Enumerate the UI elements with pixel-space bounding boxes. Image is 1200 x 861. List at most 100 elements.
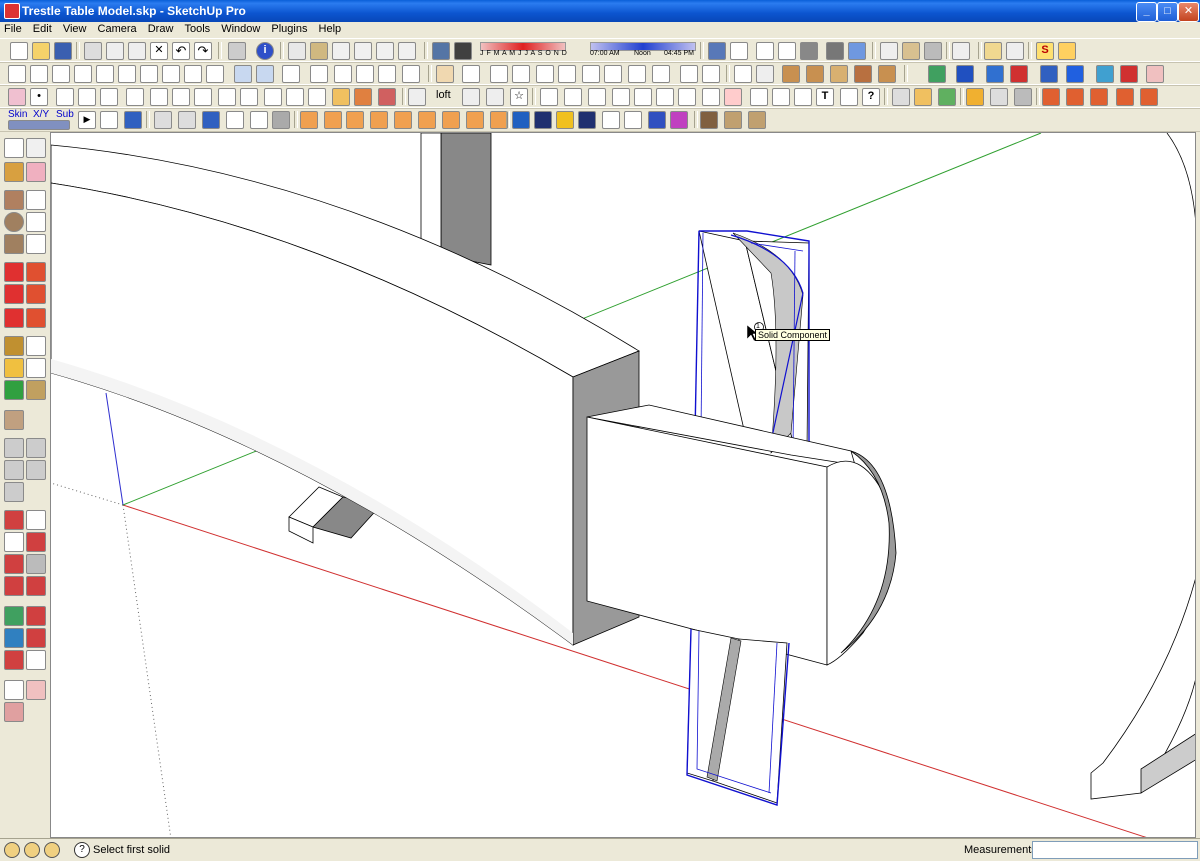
star-lines-icon[interactable] [172,88,190,106]
triangle-icon[interactable] [536,65,554,83]
arc-3pt-icon[interactable] [652,65,670,83]
skin-tool-icon[interactable] [8,120,70,130]
zoom-window-icon[interactable] [26,532,46,552]
cone-icon[interactable] [624,111,642,129]
fredo-6-icon[interactable] [418,111,436,129]
box-1-icon[interactable] [286,88,304,106]
film-icon[interactable] [512,111,530,129]
shaded-textures-style-icon[interactable] [826,42,844,60]
grid-4-icon[interactable] [126,88,144,106]
eraser-icon[interactable] [26,162,46,182]
move-up-icon[interactable] [986,65,1004,83]
face-cut-icon[interactable] [734,65,752,83]
board-2-icon[interactable] [854,65,872,83]
play-icon[interactable]: ▶ [78,111,96,129]
plugin-s2-icon[interactable] [1058,42,1076,60]
axis-icon[interactable] [218,88,236,106]
make-component-icon[interactable] [26,138,46,158]
cut-icon[interactable] [84,42,102,60]
curve-plugin-icon[interactable] [408,88,426,106]
pencil-line-icon[interactable] [26,190,46,210]
cross-tool-icon[interactable] [840,88,858,106]
open-folder-icon[interactable] [32,42,50,60]
cube-2-icon[interactable] [178,111,196,129]
paint-bucket-icon[interactable] [4,162,24,182]
materials-icon[interactable] [902,42,920,60]
fredo-7-icon[interactable] [442,111,460,129]
grid-2-icon[interactable] [78,88,96,106]
section-cut-icon[interactable] [1006,42,1024,60]
scale-icon[interactable] [4,308,24,328]
dimension-icon[interactable] [26,336,46,356]
stair-icon[interactable] [264,88,282,106]
pyramid-icon[interactable] [202,111,220,129]
menu-view[interactable]: View [59,22,91,35]
solid-2-icon[interactable] [990,88,1008,106]
ellipse-2-icon[interactable] [558,65,576,83]
sandbox-4-icon[interactable] [26,460,46,480]
sketchup-logo-icon[interactable] [124,111,142,129]
instructor-help-icon[interactable]: ? [74,842,90,858]
menu-help[interactable]: Help [315,22,346,35]
rotate-left-icon[interactable] [1096,65,1114,83]
hidden-line-style-icon[interactable] [778,42,796,60]
polyline-icon[interactable] [30,65,48,83]
solid-trim-icon[interactable] [26,628,46,648]
pointer-line-icon[interactable] [250,111,268,129]
fredo-2-icon[interactable] [324,111,342,129]
text-tool-icon[interactable] [26,358,46,378]
menu-plugins[interactable]: Plugins [267,22,311,35]
menu-draw[interactable]: Draw [144,22,178,35]
walk-icon[interactable] [4,680,24,700]
x-tool-icon[interactable] [564,88,582,106]
circle-icon[interactable] [4,212,24,232]
grid-hash-icon[interactable] [194,88,212,106]
board-3-icon[interactable] [878,65,896,83]
slash-2-icon[interactable] [772,88,790,106]
rotate-axes-1-icon[interactable] [1116,88,1134,106]
grid-5-icon[interactable] [150,88,168,106]
outliner-icon[interactable] [952,42,970,60]
erase-selection-icon[interactable]: ✕ [150,42,168,60]
box-4-icon[interactable] [354,88,372,106]
wireframe-style-icon[interactable] [756,42,774,60]
components-icon[interactable] [924,42,942,60]
offset-2-icon[interactable] [702,65,720,83]
plugin-s-icon[interactable]: S [1036,42,1054,60]
solid-split-icon[interactable] [4,650,24,670]
layers-hand-icon[interactable] [880,42,898,60]
solid-intersect-icon[interactable] [4,628,24,648]
joint-2-icon[interactable] [806,65,824,83]
dash-icon[interactable] [794,88,812,106]
protractor-icon[interactable] [4,358,24,378]
point-icon[interactable]: • [30,88,48,106]
close-button[interactable]: ✕ [1178,2,1199,22]
shell-icon[interactable] [892,88,910,106]
loft-label[interactable]: loft [436,89,451,101]
hand-shape-icon[interactable] [436,65,454,83]
hatch-icon[interactable] [724,88,742,106]
sandbox-1-icon[interactable] [4,438,24,458]
3d-text-icon[interactable] [26,380,46,400]
axes-1-icon[interactable] [1042,88,1060,106]
arc-2-icon[interactable] [184,65,202,83]
joint-1-icon[interactable] [782,65,800,83]
star-icon[interactable]: ☆ [510,88,528,106]
sketchup-app-icon[interactable] [4,3,20,19]
eraser-soft-icon[interactable] [8,88,26,106]
menu-file[interactable]: File [0,22,26,35]
polygon-icon[interactable] [334,65,352,83]
fredo-3-icon[interactable] [346,111,364,129]
axes-n-icon[interactable] [1090,88,1108,106]
axes-tool-icon[interactable] [4,380,24,400]
loft-1-icon[interactable] [462,88,480,106]
line-draw-icon[interactable] [462,65,480,83]
pen-edit-icon[interactable] [612,88,630,106]
palette-2-icon[interactable] [670,111,688,129]
film-2-icon[interactable] [534,111,552,129]
grid-3-icon[interactable] [100,88,118,106]
question-icon[interactable]: ? [862,88,880,106]
solid-3-icon[interactable] [1014,88,1032,106]
shape-1-icon[interactable] [234,65,252,83]
lamp-icon[interactable] [578,111,596,129]
